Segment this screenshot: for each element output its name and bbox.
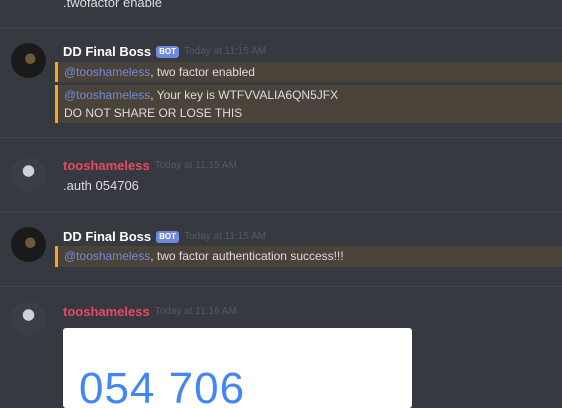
bot-badge: BOT <box>156 230 180 243</box>
message-divider <box>0 137 562 138</box>
mention-message: @tooshameless, two factor enabled <box>55 62 562 82</box>
mention-message: @tooshameless, two factor authentication… <box>55 246 562 267</box>
user-mention[interactable]: @tooshameless <box>64 249 150 263</box>
message-header: tooshameless Today at 11:16 AM <box>63 304 237 319</box>
user-mention[interactable]: @tooshameless <box>64 65 150 79</box>
author-name[interactable]: DD Final Boss <box>63 229 151 244</box>
message-header: DD Final Boss BOT Today at 11:15 AM <box>63 229 266 244</box>
timestamp: Today at 11:15 AM <box>184 231 267 242</box>
author-name[interactable]: DD Final Boss <box>63 44 151 59</box>
message-text: DO NOT SHARE OR LOSE THIS <box>64 106 243 120</box>
timestamp: Today at 11:16 AM <box>154 306 237 317</box>
message-divider <box>0 286 562 287</box>
image-attachment[interactable]: 054 706 <box>63 328 412 408</box>
message-divider <box>0 212 562 213</box>
auth-code-image-text: 054 706 <box>79 364 246 408</box>
message-text: , two factor authentication success!!! <box>150 249 344 263</box>
mention-message: @tooshameless, Your key is WTFVVALIA6QN5… <box>55 85 562 123</box>
author-name[interactable]: tooshameless <box>63 158 150 173</box>
message-text: , two factor enabled <box>150 65 255 79</box>
author-name[interactable]: tooshameless <box>63 304 150 319</box>
message-text: .auth 054706 <box>63 178 139 193</box>
timestamp: Today at 11:15 AM <box>184 46 267 57</box>
message-header: tooshameless Today at 11:15 AM <box>63 158 237 173</box>
user-mention[interactable]: @tooshameless <box>64 88 150 102</box>
message-text: .twofactor enable <box>63 0 163 10</box>
message-text: , Your key is WTFVVALIA6QN5JFX <box>150 88 339 102</box>
message-header: DD Final Boss BOT Today at 11:15 AM <box>63 44 266 59</box>
avatar[interactable] <box>11 43 46 78</box>
bot-badge: BOT <box>156 45 180 58</box>
avatar[interactable] <box>11 227 46 262</box>
avatar[interactable] <box>11 157 46 192</box>
timestamp: Today at 11:15 AM <box>154 160 237 171</box>
avatar[interactable] <box>11 301 46 336</box>
message-divider <box>0 27 562 28</box>
